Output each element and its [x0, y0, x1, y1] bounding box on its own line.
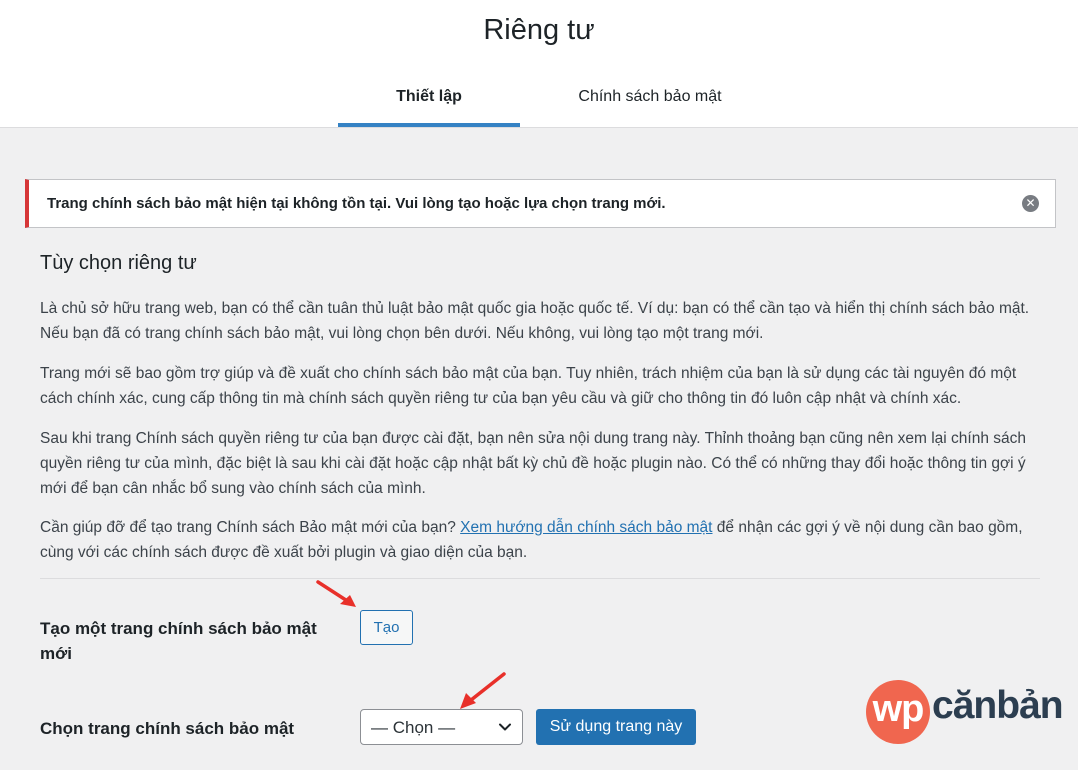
- review-paragraph: Sau khi trang Chính sách quyền riêng tư …: [40, 430, 1027, 497]
- annotation-arrow-select: [460, 672, 506, 709]
- tab-settings[interactable]: Thiết lập: [338, 78, 520, 127]
- error-notice: Trang chính sách bảo mật hiện tại không …: [25, 179, 1056, 228]
- guidance-paragraph: Trang mới sẽ bao gồm trợ giúp và đề xuất…: [40, 365, 1017, 407]
- logo-text: cănbản: [932, 684, 1064, 727]
- intro-paragraph: Là chủ sở hữu trang web, bạn có thể cần …: [40, 300, 1030, 342]
- help-text-before: Cần giúp đỡ để tạo trang Chính sách Bảo …: [40, 519, 461, 536]
- wpcanban-logo: wp cănbản: [866, 678, 1064, 744]
- policy-guide-link[interactable]: Xem hướng dẫn chính sách bảo mật: [460, 519, 712, 536]
- create-page-label: Tạo một trang chính sách bảo mật mới: [40, 619, 317, 663]
- annotation-arrow-create: [316, 580, 356, 607]
- page-title: Riêng tư: [483, 14, 595, 46]
- page-select[interactable]: — Chọn —: [360, 709, 523, 745]
- use-this-page-button[interactable]: Sử dụng trang này: [536, 709, 696, 745]
- chevron-down-icon: [499, 723, 511, 731]
- page-select-value: — Chọn —: [371, 718, 456, 737]
- select-page-label: Chọn trang chính sách bảo mật: [40, 719, 295, 738]
- create-button[interactable]: Tạo: [360, 610, 413, 645]
- help-paragraph: Cần giúp đỡ để tạo trang Chính sách Bảo …: [40, 515, 1040, 565]
- tab-privacy-policy[interactable]: Chính sách bảo mật: [560, 78, 740, 127]
- section-title: Tùy chọn riêng tư: [40, 252, 197, 274]
- close-circle-icon[interactable]: ✕: [1022, 195, 1039, 212]
- divider: [40, 578, 1040, 579]
- notice-text: Trang chính sách bảo mật hiện tại không …: [47, 195, 666, 212]
- logo-mark: wp: [866, 680, 930, 744]
- page-header: Riêng tư Thiết lập Chính sách bảo mật: [0, 0, 1078, 128]
